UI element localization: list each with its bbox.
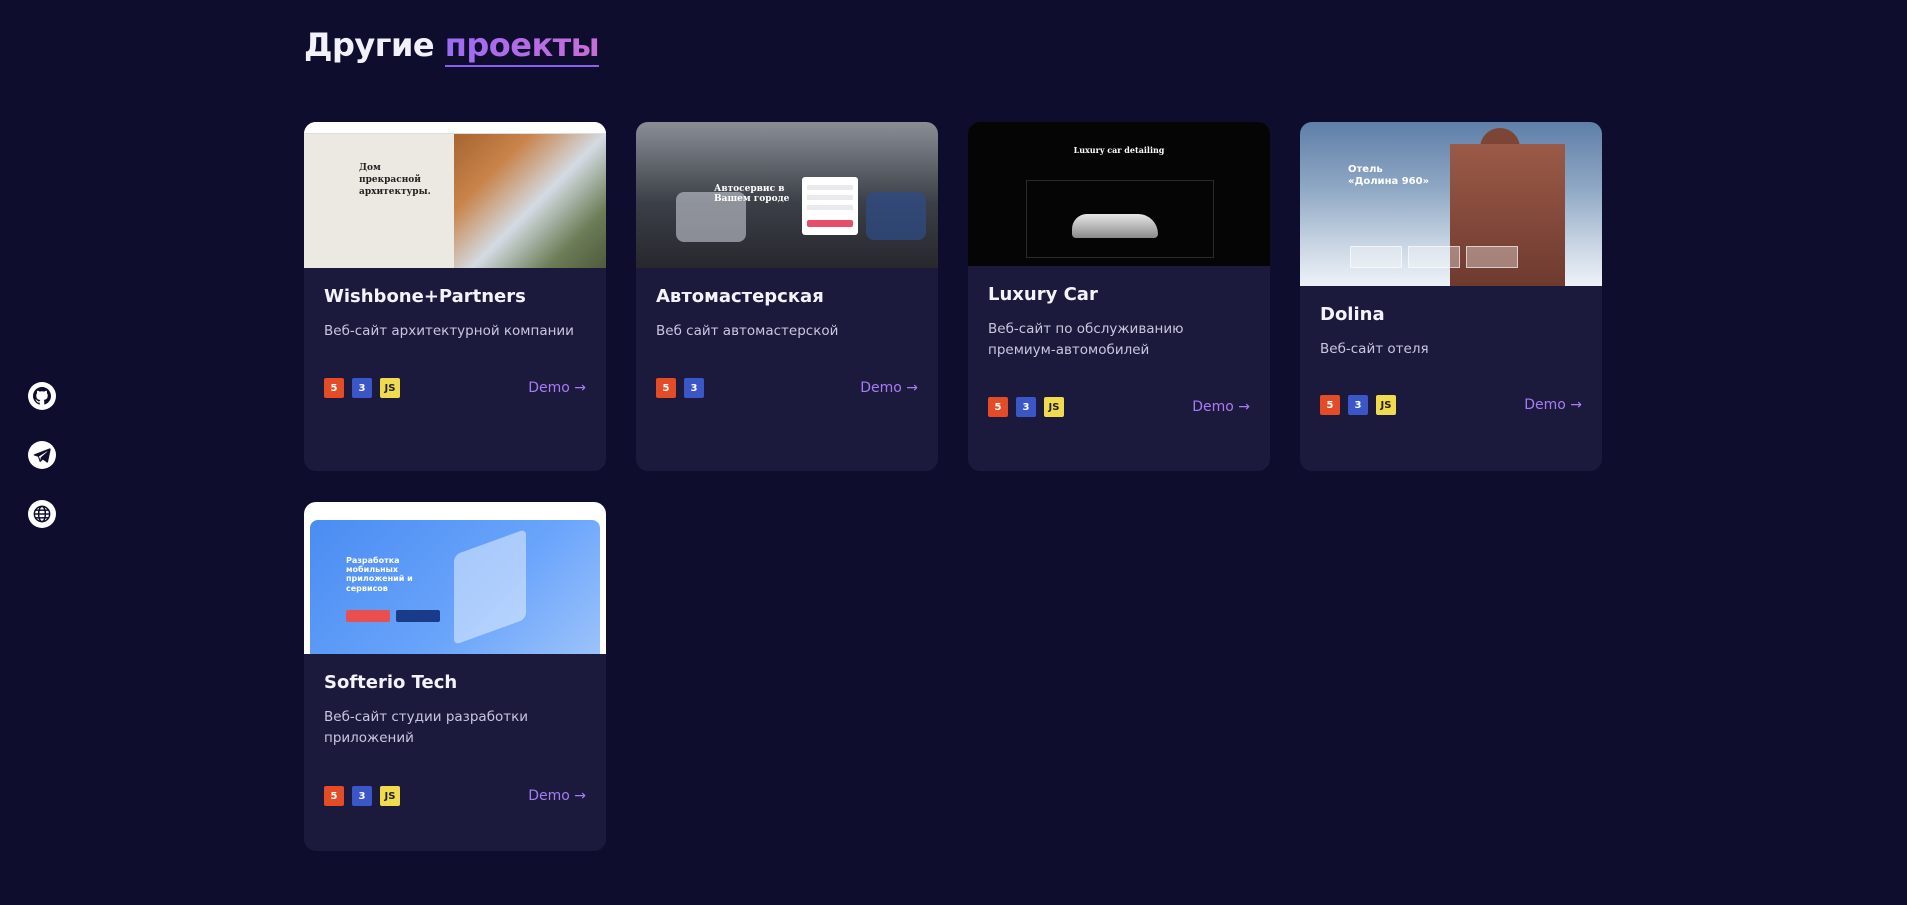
- section-title-plain: Другие: [304, 26, 435, 64]
- card-title: Автомастерская: [656, 286, 824, 307]
- card-title: Softerio Tech: [324, 672, 458, 693]
- css3-icon: 3: [1348, 395, 1368, 415]
- project-card-wishbone: Дом прекрасной архитектуры. Wishbone+Par…: [304, 122, 606, 471]
- project-thumbnail: Luxury car detailing: [968, 122, 1270, 266]
- project-card-automasterskaya: Автосервис в Вашем городе Автомастерская…: [636, 122, 938, 471]
- demo-link[interactable]: Demo →: [528, 788, 586, 804]
- card-description: Веб сайт автомастерской: [656, 323, 839, 339]
- js-icon: JS: [1044, 397, 1064, 417]
- card-footer: 5 3 JS Demo →: [1320, 395, 1582, 415]
- card-title: Dolina: [1320, 304, 1385, 325]
- html5-icon: 5: [1320, 395, 1340, 415]
- card-footer: 5 3 JS Demo →: [988, 397, 1250, 417]
- card-footer: 5 3 Demo →: [656, 378, 918, 398]
- thumbnail-heading: Дом прекрасной архитектуры.: [359, 163, 431, 197]
- section-title: Другие проекты: [304, 26, 600, 67]
- demo-link[interactable]: Demo →: [1524, 397, 1582, 413]
- project-thumbnail: Дом прекрасной архитектуры.: [304, 122, 606, 268]
- html5-icon: 5: [324, 786, 344, 806]
- card-title: Luxury Car: [988, 284, 1098, 305]
- css3-icon: 3: [352, 378, 372, 398]
- css3-icon: 3: [684, 378, 704, 398]
- card-footer: 5 3 JS Demo →: [324, 378, 586, 398]
- html5-icon: 5: [324, 378, 344, 398]
- css3-icon: 3: [352, 786, 372, 806]
- thumbnail-heading: Отель «Долина 960»: [1348, 164, 1430, 187]
- card-description: Веб-сайт отеля: [1320, 341, 1429, 357]
- html5-icon: 5: [988, 397, 1008, 417]
- js-icon: JS: [1376, 395, 1396, 415]
- card-description: Веб-сайт по обслуживанию премиум-автомоб…: [988, 321, 1184, 358]
- project-card-luxury-car: Luxury car detailing Luxury Car Веб-сайт…: [968, 122, 1270, 471]
- thumbnail-heading: Luxury car detailing: [1073, 145, 1165, 155]
- thumbnail-heading: Автосервис в Вашем городе: [714, 184, 790, 205]
- demo-link[interactable]: Demo →: [1192, 399, 1250, 415]
- card-title: Wishbone+Partners: [324, 286, 526, 307]
- social-links: [28, 382, 56, 528]
- card-description: Веб-сайт студии разработки приложений: [324, 709, 529, 746]
- project-card-dolina: Отель «Долина 960» Dolina Веб-сайт отеля…: [1300, 122, 1602, 471]
- js-icon: JS: [380, 786, 400, 806]
- project-thumbnail: Разработка мобильных приложений и сервис…: [304, 502, 606, 654]
- html5-icon: 5: [656, 378, 676, 398]
- demo-link[interactable]: Demo →: [860, 380, 918, 396]
- globe-icon[interactable]: [28, 500, 56, 528]
- demo-link[interactable]: Demo →: [528, 380, 586, 396]
- section-title-accent: проекты: [444, 26, 600, 67]
- js-icon: JS: [380, 378, 400, 398]
- telegram-icon[interactable]: [28, 441, 56, 469]
- card-footer: 5 3 JS Demo →: [324, 786, 586, 806]
- card-description: Веб-сайт архитектурной компании: [324, 323, 574, 339]
- project-thumbnail: Автосервис в Вашем городе: [636, 122, 938, 268]
- project-thumbnail: Отель «Долина 960»: [1300, 122, 1602, 286]
- css3-icon: 3: [1016, 397, 1036, 417]
- project-card-softerio: Разработка мобильных приложений и сервис…: [304, 502, 606, 851]
- github-icon[interactable]: [28, 382, 56, 410]
- thumbnail-heading: Разработка мобильных приложений и сервис…: [346, 556, 413, 593]
